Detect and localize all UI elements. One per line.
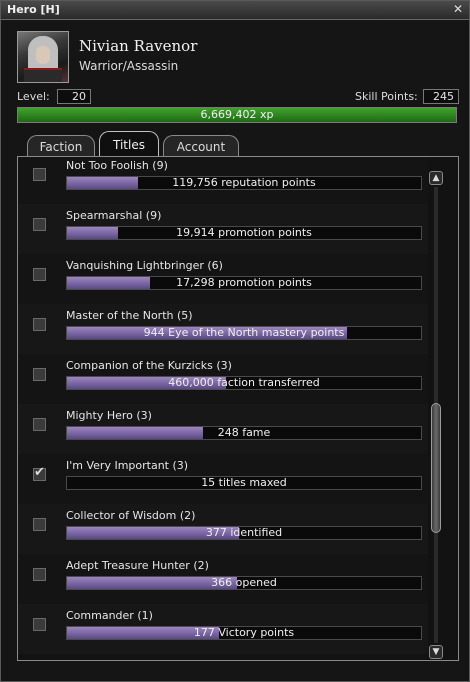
title-row: Not Too Foolish (9) 119,756 reputation po…	[18, 157, 428, 204]
level-label: Level:	[17, 90, 50, 103]
scroll-down-icon[interactable]: ▼	[429, 645, 443, 659]
title-progress-text: 944 Eye of the North mastery points	[143, 326, 345, 339]
title-row: Master of the North (5) 944 Eye of the No…	[18, 304, 428, 354]
title-row: Mighty Hero (3) 248 fame	[18, 404, 428, 454]
title-progress-text: 17,298 promotion points	[176, 276, 312, 289]
skill-points-label: Skill Points:	[355, 90, 418, 103]
tab-titles[interactable]: Titles	[99, 131, 159, 158]
display-title-checkbox[interactable]	[33, 418, 46, 431]
title-name: Vanquishing Lightbringer (6)	[66, 259, 223, 272]
title-name: Adept Treasure Hunter (2)	[66, 559, 209, 572]
title-progress-text: 366 opened	[211, 576, 277, 589]
display-title-checkbox[interactable]	[33, 568, 46, 581]
character-profession: Warrior/Assassin	[79, 59, 179, 73]
display-title-checkbox[interactable]	[33, 268, 46, 281]
display-title-checkbox[interactable]	[33, 518, 46, 531]
title-name: Master of the North (5)	[66, 309, 193, 322]
tab-faction[interactable]: Faction	[27, 135, 95, 157]
title-progress-text: 15 titles maxed	[201, 476, 287, 489]
title-progress-bar: 366 opened	[66, 576, 422, 590]
title-progress-bar: 19,914 promotion points	[66, 226, 422, 240]
title-name: Commander (1)	[66, 609, 153, 622]
title-name: Collector of Wisdom (2)	[66, 509, 196, 522]
title-row: Adept Treasure Hunter (2) 366 opened	[18, 554, 428, 604]
title-progress-text: 177 Victory points	[193, 626, 295, 639]
title-progress-bar: 248 fame	[66, 426, 422, 440]
tab-account[interactable]: Account	[163, 135, 239, 157]
title-progress-bar: 944 Eye of the North mastery points	[66, 326, 422, 340]
scroll-thumb[interactable]	[431, 403, 441, 533]
display-title-checkbox[interactable]: ✔	[33, 465, 46, 481]
title-name: Companion of the Kurzicks (3)	[66, 359, 232, 372]
title-progress-text: 248 fame	[217, 426, 271, 439]
display-title-checkbox[interactable]	[33, 368, 46, 381]
title-row: Vanquishing Lightbringer (6) 17,298 promo…	[18, 254, 428, 304]
character-name: Nivian Ravenor	[79, 37, 198, 55]
title-name: I'm Very Important (3)	[66, 459, 189, 472]
title-row: ✔ I'm Very Important (3) 15 titles maxed	[18, 454, 428, 504]
hero-window: Hero [H] ✕ Nivian Ravenor Warrior/Assass…	[0, 0, 470, 682]
display-title-checkbox[interactable]	[33, 618, 46, 631]
title-progress-bar: 377 identified	[66, 526, 422, 540]
title-name: Not Too Foolish (9)	[66, 159, 168, 172]
title-progress-text: 377 identified	[205, 526, 283, 539]
display-title-checkbox[interactable]	[33, 218, 46, 231]
scroll-up-icon[interactable]: ▲	[429, 171, 443, 185]
titles-list: Not Too Foolish (9) 119,756 reputation po…	[18, 157, 428, 660]
character-portrait	[17, 31, 69, 83]
title-row: Spearmarshal (9) 19,914 promotion points	[18, 204, 428, 254]
title-name: Mighty Hero (3)	[66, 409, 152, 422]
display-title-checkbox[interactable]	[33, 168, 46, 181]
title-progress-text: 460,000 faction transferred	[168, 376, 320, 389]
title-progress-bar: 17,298 promotion points	[66, 276, 422, 290]
scrollbar[interactable]: ▲ ▼	[429, 171, 443, 660]
level-value: 20	[57, 89, 91, 104]
xp-bar: 6,669,402 xp	[17, 107, 457, 123]
title-bar[interactable]: Hero [H] ✕	[1, 1, 469, 20]
checkmark-icon: ✔	[34, 465, 45, 480]
title-row: Collector of Wisdom (2) 377 identified	[18, 504, 428, 554]
title-row: Companion of the Kurzicks (3) 460,000 fac…	[18, 354, 428, 404]
window-title: Hero [H]	[7, 3, 60, 16]
skill-points-value: 245	[423, 89, 459, 104]
title-progress-bar: 119,756 reputation points	[66, 176, 422, 190]
title-progress-bar: 177 Victory points	[66, 626, 422, 640]
close-icon[interactable]: ✕	[451, 2, 465, 16]
title-name: Spearmarshal (9)	[66, 209, 162, 222]
titles-panel: Not Too Foolish (9) 119,756 reputation po…	[17, 156, 459, 661]
title-progress-text: 19,914 promotion points	[176, 226, 312, 239]
title-progress-bar: 15 titles maxed	[66, 476, 422, 490]
display-title-checkbox[interactable]	[33, 318, 46, 331]
title-row: Commander (1) 177 Victory points	[18, 604, 428, 654]
title-progress-text: 119,756 reputation points	[172, 176, 316, 189]
xp-text: 6,669,402 xp	[200, 108, 274, 121]
title-progress-bar: 460,000 faction transferred	[66, 376, 422, 390]
